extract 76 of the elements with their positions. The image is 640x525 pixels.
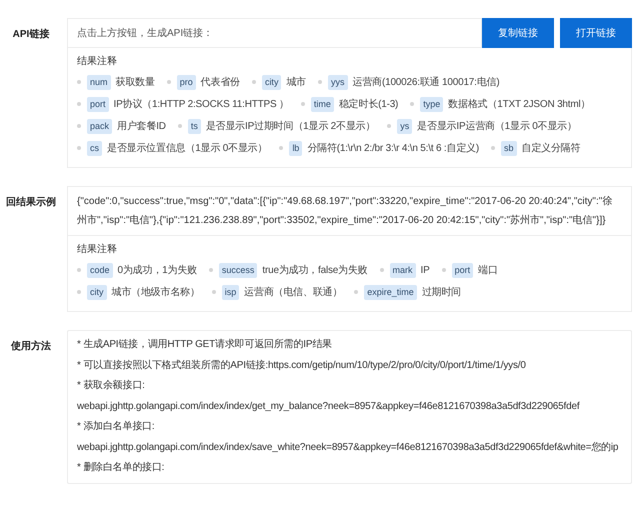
param-tag: cs <box>87 140 102 156</box>
param-description: 端口 <box>478 264 498 277</box>
example-json-text: {"code":0,"success":true,"msg":"0","data":[{"ip":"49.68.68.197","port":33220,"expire_time":"2017-06-20 20:40:24","city":"徐州市","isp":"电信"},{"ip":"121.236.238.89","port":33502,"expire_time":"2017-06-20 20:42:15","city":"苏州市","isp":"电信"}]} <box>67 186 632 236</box>
bullet-icon <box>380 268 384 272</box>
param-tag: pro <box>176 74 196 90</box>
section-label: 回结果示例 <box>5 196 57 209</box>
bullet-icon <box>318 80 322 84</box>
param-description: 数据格式（1TXT 2JSON 3html） <box>448 98 590 111</box>
bullet-icon <box>166 80 171 84</box>
param-tag: city <box>262 74 282 90</box>
param-description: 0为成功，1为失败 <box>118 264 197 277</box>
param-description: 运营商（电信、联通） <box>244 286 342 299</box>
param-tag: mark <box>390 262 416 278</box>
param-tag: code <box>87 262 113 278</box>
param-description: 是否显示位置信息（1显示 0不显示） <box>107 142 268 155</box>
param-tag: isp <box>222 284 240 300</box>
param-tag: ts <box>188 118 201 134</box>
usage-text: * 获取余额接口: <box>77 378 146 393</box>
usage-text: * 可以直接按照以下格式组装所需的API链接:https.com/getip/num/10/type/2/pro/0/city/0/port/1/time/1/yys/0 <box>77 358 527 372</box>
param-tag: port <box>452 262 474 278</box>
bullet-icon <box>354 290 358 294</box>
bullet-icon <box>387 124 392 128</box>
param-description: true为成功，false为失败 <box>262 264 368 277</box>
param-description: 获取数量 <box>116 76 155 89</box>
bullet-icon <box>300 102 305 106</box>
section-label: 使用方法 <box>10 339 52 353</box>
api-link-field[interactable]: 点击上方按钮，生成API链接： <box>67 18 482 48</box>
param-tag: sb <box>501 140 517 156</box>
bullet-icon <box>178 124 182 128</box>
param-description: 是否显示IP过期时间（1显示 2不显示） <box>206 120 376 133</box>
notes-title: 结果注释 <box>77 54 117 69</box>
bullet-icon <box>491 146 496 150</box>
param-tag: num <box>87 74 111 90</box>
param-description: 代表省份 <box>200 76 240 89</box>
param-description: 城市 <box>286 76 306 89</box>
bullet-icon <box>212 290 216 294</box>
param-tag: ys <box>397 118 412 134</box>
bullet-icon <box>77 146 81 150</box>
bullet-icon <box>77 80 81 84</box>
param-description: 过期时间 <box>422 286 461 299</box>
usage-text: * 添加白名单接口: <box>77 420 156 434</box>
param-tag: pack <box>87 118 112 134</box>
bullet-icon <box>208 268 213 272</box>
param-tag: port <box>87 96 109 112</box>
param-tag: expire_time <box>364 284 417 300</box>
bullet-icon <box>77 102 81 106</box>
param-description: 自定义分隔符 <box>522 142 580 155</box>
notes-title: 结果注释 <box>77 242 117 257</box>
usage-text: * 删除白名单的接口: <box>77 460 166 475</box>
usage-text: webapi.jghttp.golangapi.com/index/index/save_white?neek=8957&appkey=f46e8121670398a3a5df3d229065fdef&white=您的ip <box>77 440 620 454</box>
param-tag: lb <box>289 140 302 156</box>
param-tag: yys <box>328 74 348 90</box>
param-description: 运营商(100026:联通 100017:电信) <box>352 76 500 89</box>
param-tag: time <box>310 96 334 112</box>
param-description: IP <box>420 264 430 276</box>
usage-text: * 生成API链接，调用HTTP GET请求即可返回所需的IP结果 <box>77 338 333 352</box>
param-tag: success <box>218 262 258 278</box>
bullet-icon <box>77 290 81 294</box>
param-description: 城市（地级市名称） <box>112 286 200 299</box>
link-button[interactable]: 打开链接 <box>560 18 632 48</box>
link-button[interactable]: 复制链接 <box>482 18 554 48</box>
bullet-icon <box>279 146 284 150</box>
param-description: 用户套餐ID <box>117 120 166 133</box>
bullet-icon <box>442 268 446 272</box>
bullet-icon <box>252 80 256 84</box>
param-description: 是否显示IP运营商（1显示 0不显示） <box>417 120 577 133</box>
bullet-icon <box>77 268 81 272</box>
param-description: IP协议（1:HTTP 2:SOCKS 11:HTTPS ） <box>114 98 289 111</box>
param-description: 稳定时长(1-3) <box>338 98 398 111</box>
param-description: 分隔符(1:\r\n 2:/br 3:\r 4:\n 5:\t 6 :自定义) <box>307 142 480 155</box>
param-tag: type <box>420 96 444 112</box>
usage-text: webapi.jghttp.golangapi.com/index/index/get_my_balance?neek=8957&appkey=f46e8121670398a3a5df3d229065fdef <box>77 400 581 414</box>
section-label: API链接 <box>12 28 50 41</box>
bullet-icon <box>410 102 414 106</box>
bullet-icon <box>77 124 81 128</box>
param-tag: city <box>87 284 106 300</box>
